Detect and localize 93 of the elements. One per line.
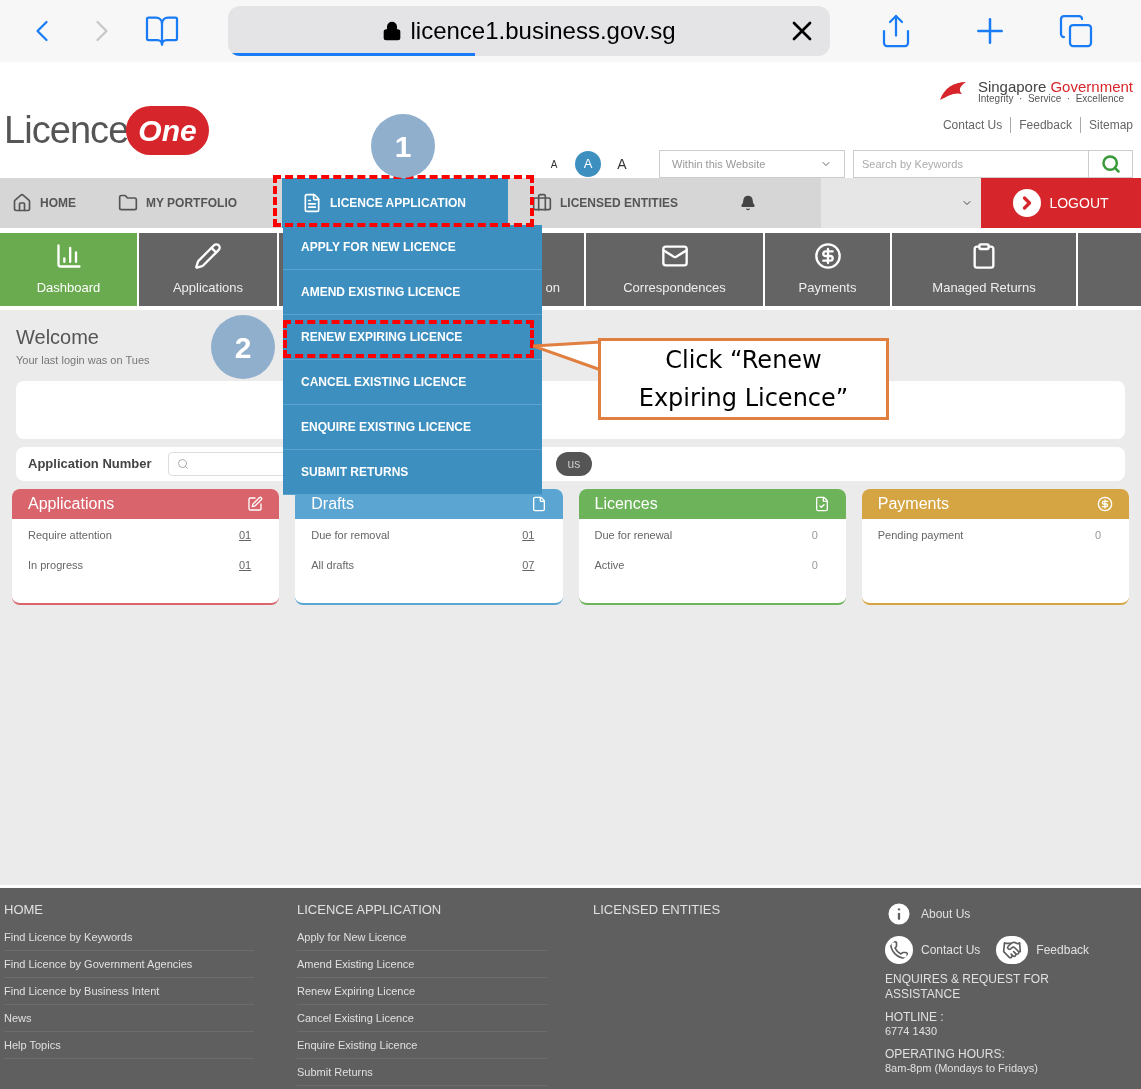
government-logo: Singapore Government Integrity · Service · Excellence: [935, 78, 1133, 104]
menu-item[interactable]: ENQUIRE EXISTING LICENCE: [283, 405, 542, 450]
row-count: 0: [811, 527, 819, 543]
search-button[interactable]: [1089, 150, 1133, 178]
info-value: 6774 1430: [885, 1025, 938, 1039]
font-size-button[interactable]: A: [575, 151, 601, 177]
row-count: 0: [1094, 527, 1102, 543]
nav-tab[interactable]: LICENSED ENTITIES: [508, 178, 728, 228]
feedback-link[interactable]: Feedback: [1036, 941, 1090, 959]
nav-tab[interactable]: HOME: [0, 178, 106, 228]
font-size-button[interactable]: A: [609, 151, 635, 177]
contact-link[interactable]: Contact Us: [921, 941, 981, 959]
row-label: Pending payment: [877, 527, 964, 543]
footer-heading[interactable]: LICENCE APPLICATION: [297, 900, 589, 920]
phone-icon: [885, 936, 913, 964]
dashboard-tile[interactable]: Managed Returns: [892, 233, 1076, 306]
footer-link[interactable]: Find Licence by Government Agencies: [4, 950, 254, 978]
dashboard-tile[interactable]: Payments: [765, 233, 890, 306]
row-label: All drafts: [311, 558, 355, 573]
info-icon: [885, 900, 913, 928]
document-check-icon: [813, 495, 830, 512]
row-label: Require attention: [28, 527, 112, 543]
dashboard-tile[interactable]: Correspondences: [586, 233, 763, 306]
footer-heading[interactable]: HOME: [4, 900, 293, 920]
font-size-button[interactable]: A: [541, 151, 567, 177]
footer-link[interactable]: Find Licence by Business Intent: [4, 977, 254, 1005]
callout-box: Click “Renew Expiring Licence”: [598, 338, 889, 420]
row-count[interactable]: 01: [239, 557, 264, 574]
menu-item[interactable]: SUBMIT RETURNS: [283, 450, 542, 495]
footer-link[interactable]: Amend Existing Licence: [297, 950, 547, 978]
row-count[interactable]: 07: [522, 557, 547, 574]
footer-link[interactable]: Help Topics: [4, 1031, 254, 1059]
header-link[interactable]: Feedback: [1019, 116, 1072, 134]
row-label: Due for renewal: [594, 527, 673, 543]
edit-icon: [247, 495, 264, 512]
about-link[interactable]: About Us: [921, 905, 971, 923]
tabs-icon[interactable]: [1058, 13, 1094, 49]
folder-icon: [118, 193, 138, 213]
handshake-icon: [996, 936, 1029, 964]
info-label: OPERATING HOURS:: [885, 1046, 1006, 1062]
menu-item[interactable]: APPLY FOR NEW LICENCE: [283, 225, 542, 270]
dashboard-tile[interactable]: [1078, 233, 1141, 306]
info-label: ENQUIRES & REQUEST FOR ASSISTANCE: [885, 972, 1050, 1002]
last-login-text: Your last login was on Tues: [16, 353, 150, 368]
footer-link[interactable]: News: [4, 1004, 254, 1032]
footer-link[interactable]: Find Licence by Keywords: [4, 923, 254, 951]
site-logo[interactable]: Licence One: [4, 102, 209, 159]
form-icon: [302, 193, 322, 213]
bell-icon[interactable]: [740, 195, 756, 211]
menu-item[interactable]: CANCEL EXISTING LICENCE: [283, 360, 542, 405]
row-label: Due for removal: [311, 527, 390, 543]
address-bar[interactable]: licence1.business.gov.sg: [228, 6, 830, 56]
footer-link[interactable]: Apply for New Licence: [297, 923, 547, 951]
footer-heading[interactable]: LICENSED ENTITIES: [593, 900, 885, 920]
money-bag-icon: [813, 241, 842, 270]
nav-tab[interactable]: MY PORTFOLIO: [106, 178, 282, 228]
row-count: 0: [811, 558, 819, 573]
welcome-title: Welcome: [16, 325, 99, 350]
status-button[interactable]: us: [555, 451, 593, 476]
scope-select[interactable]: Within this Website: [659, 150, 845, 178]
row-label: Active: [594, 558, 625, 573]
briefcase-icon: [532, 193, 552, 213]
logout-button[interactable]: LOGOUT: [981, 178, 1141, 228]
home-icon: [12, 193, 32, 213]
search-icon: [176, 457, 189, 470]
step-marker: 1: [371, 114, 435, 178]
pencil-icon: [194, 241, 222, 270]
dashboard-tile[interactable]: Dashboard: [0, 233, 137, 306]
lock-icon: [382, 21, 403, 41]
search-icon: [1100, 154, 1121, 174]
header-link[interactable]: Sitemap: [1088, 116, 1133, 134]
info-value: 8am-8pm (Mondays to Fridays): [885, 1061, 1039, 1076]
chart-icon: [54, 241, 83, 270]
search-field[interactable]: Search by Keywords: [853, 150, 1089, 178]
money-bag-icon: [1097, 495, 1113, 512]
row-label: In progress: [28, 558, 84, 573]
footer-link[interactable]: Enquire Existing Licence: [297, 1031, 547, 1059]
card-header: Applications: [12, 488, 280, 519]
row-count[interactable]: 01: [522, 526, 547, 543]
card-header: Payments: [861, 488, 1129, 519]
row-count[interactable]: 01: [239, 526, 264, 543]
header-link[interactable]: Contact Us: [942, 116, 1003, 134]
url-text: licence1.business.gov.sg: [410, 16, 676, 46]
field-label: Application Number: [28, 454, 152, 473]
nav-tab[interactable]: LICENCE APPLICATION: [282, 178, 508, 228]
menu-item[interactable]: AMEND EXISTING LICENCE: [283, 270, 542, 315]
card-header: Licences: [578, 488, 846, 519]
document-icon: [530, 495, 547, 512]
footer-link[interactable]: Cancel Existing Licence: [297, 1004, 547, 1032]
footer-link[interactable]: Submit Returns: [297, 1058, 547, 1086]
info-label: HOTLINE :: [885, 1010, 945, 1025]
footer-link[interactable]: Renew Expiring Licence: [297, 977, 547, 1005]
dashboard-tile[interactable]: Applications: [139, 233, 277, 306]
